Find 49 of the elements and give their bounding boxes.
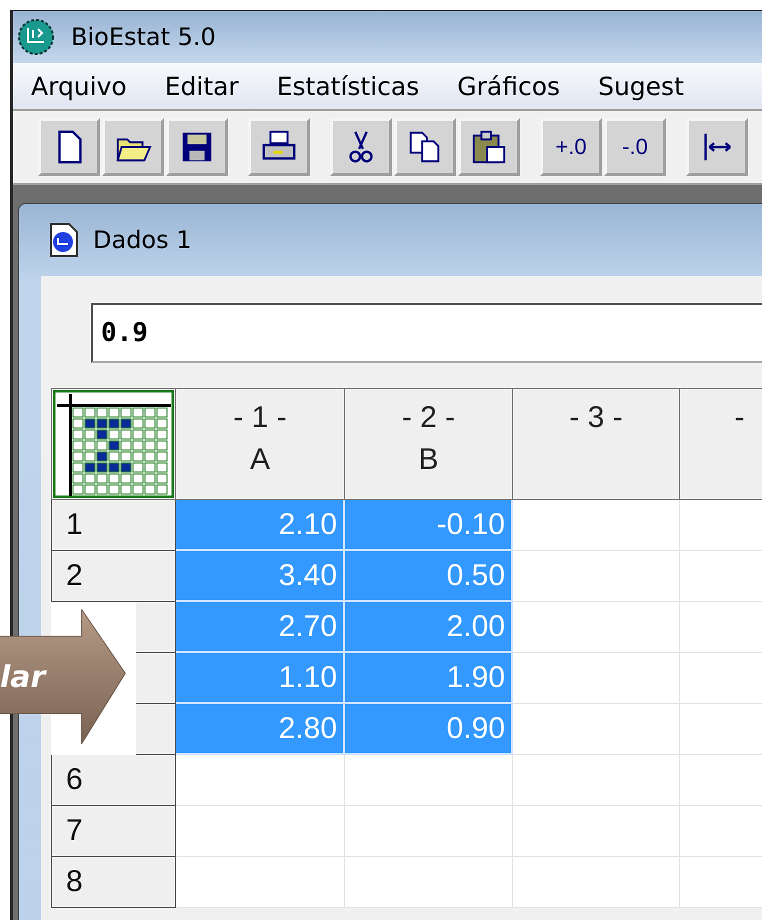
- row-header[interactable]: 6: [51, 755, 176, 806]
- table-cell[interactable]: [513, 602, 680, 653]
- table-cell[interactable]: [513, 755, 680, 806]
- document-title: Dados 1: [93, 226, 192, 254]
- table-cell[interactable]: [513, 653, 680, 704]
- column-header[interactable]: -: [680, 388, 762, 500]
- table-cell[interactable]: [345, 755, 513, 806]
- toolbar-button[interactable]: +.0: [540, 118, 602, 176]
- row-header[interactable]: 2: [51, 551, 176, 602]
- row-header[interactable]: 7: [51, 806, 176, 857]
- menu-item[interactable]: Arquivo: [13, 72, 147, 100]
- table-cell[interactable]: [513, 551, 680, 602]
- toolbar-button[interactable]: [102, 118, 164, 176]
- window-title: BioEstat 5.0: [71, 23, 216, 51]
- toolbar-button[interactable]: [394, 118, 456, 176]
- menu-item[interactable]: Sugest: [580, 72, 704, 100]
- toolbar-button[interactable]: [166, 118, 228, 176]
- callout-label: lar: [0, 660, 46, 695]
- column-header[interactable]: - 2 - B: [345, 388, 513, 500]
- row-header[interactable]: [136, 653, 176, 704]
- table-cell[interactable]: [513, 806, 680, 857]
- app-logo-icon: [17, 18, 55, 56]
- table-cell[interactable]: [513, 500, 680, 551]
- clipboard-icon: [470, 128, 508, 166]
- table-cell[interactable]: [176, 755, 345, 806]
- cell-input-field[interactable]: 0.9: [91, 303, 762, 363]
- toolbar-button[interactable]: [248, 118, 310, 176]
- row-header[interactable]: 8: [51, 857, 176, 908]
- table-cell[interactable]: [513, 857, 680, 908]
- spreadsheet-grid-icon: [53, 390, 174, 498]
- column-header[interactable]: - 1 - A: [176, 388, 345, 500]
- row-header[interactable]: [136, 602, 176, 653]
- table-cell[interactable]: [345, 806, 513, 857]
- document-icon: [49, 222, 79, 258]
- row-header[interactable]: 1: [51, 500, 176, 551]
- table-cell[interactable]: [176, 857, 345, 908]
- menu-item[interactable]: Editar: [146, 72, 259, 100]
- column-header[interactable]: - 3 -: [513, 388, 680, 500]
- row-header[interactable]: [136, 704, 176, 755]
- menu-item[interactable]: Estatísticas: [258, 72, 440, 100]
- menu-item[interactable]: Gráficos: [439, 72, 580, 100]
- table-cell[interactable]: [513, 704, 680, 755]
- toolbar-button[interactable]: [38, 118, 100, 176]
- toolbar-button[interactable]: -.0: [604, 118, 666, 176]
- table-cell[interactable]: [176, 806, 345, 857]
- toolbar-button[interactable]: [330, 118, 392, 176]
- table-cell[interactable]: [345, 857, 513, 908]
- toolbar-button[interactable]: [458, 118, 520, 176]
- toolbar-button[interactable]: [686, 118, 748, 176]
